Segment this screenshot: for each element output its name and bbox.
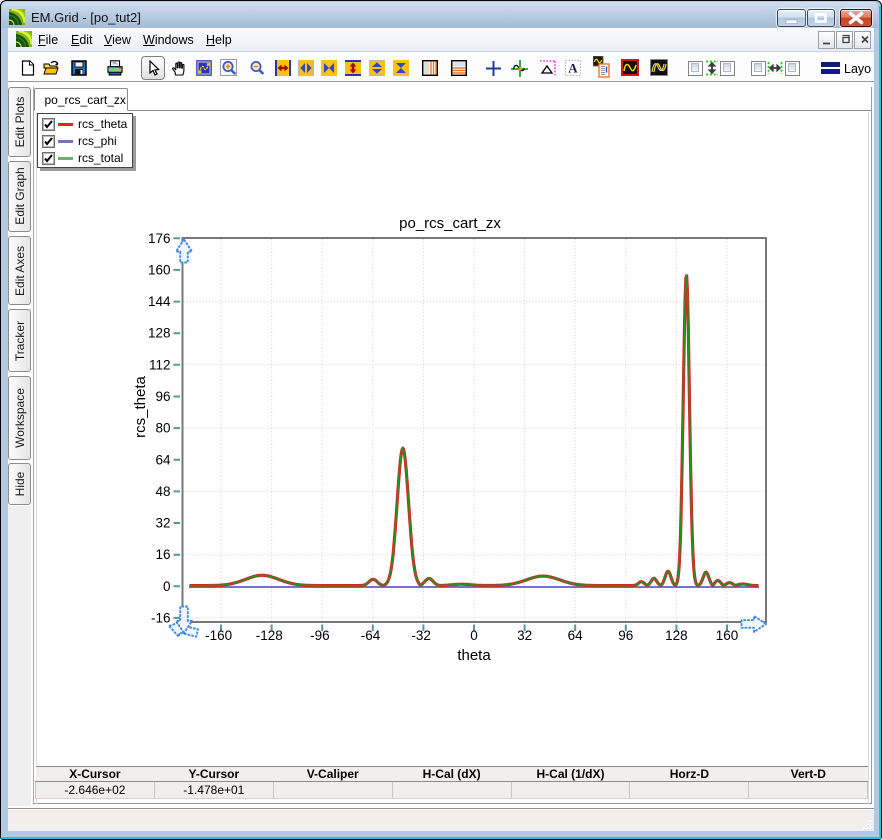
svg-text:64: 64: [155, 452, 171, 467]
svg-text:96: 96: [618, 628, 633, 643]
svg-text:160: 160: [716, 628, 739, 643]
svg-text:0: 0: [163, 579, 171, 594]
svg-text:-64: -64: [361, 628, 381, 643]
svg-text:112: 112: [149, 357, 171, 372]
svg-text:po_rcs_cart_zx: po_rcs_cart_zx: [399, 215, 501, 232]
svg-text:96: 96: [155, 389, 170, 404]
svg-text:0: 0: [470, 628, 478, 643]
svg-text:144: 144: [148, 294, 171, 309]
svg-text:64: 64: [568, 628, 584, 643]
svg-text:128: 128: [665, 628, 688, 643]
svg-text:-96: -96: [310, 628, 330, 643]
svg-text:-128: -128: [256, 628, 283, 643]
svg-text:16: 16: [155, 547, 170, 562]
svg-text:-160: -160: [205, 628, 232, 643]
svg-text:-32: -32: [411, 628, 431, 643]
svg-text:A: A: [568, 61, 578, 76]
svg-text:128: 128: [148, 326, 171, 341]
svg-text:-16: -16: [151, 610, 171, 625]
svg-text:theta: theta: [457, 647, 491, 664]
svg-text:32: 32: [155, 516, 170, 531]
svg-text:176: 176: [148, 231, 171, 246]
svg-text:160: 160: [148, 262, 171, 277]
svg-text:32: 32: [517, 628, 532, 643]
svg-text:48: 48: [155, 484, 170, 499]
svg-text:80: 80: [155, 421, 170, 436]
svg-text:rcs_theta: rcs_theta: [132, 375, 149, 437]
